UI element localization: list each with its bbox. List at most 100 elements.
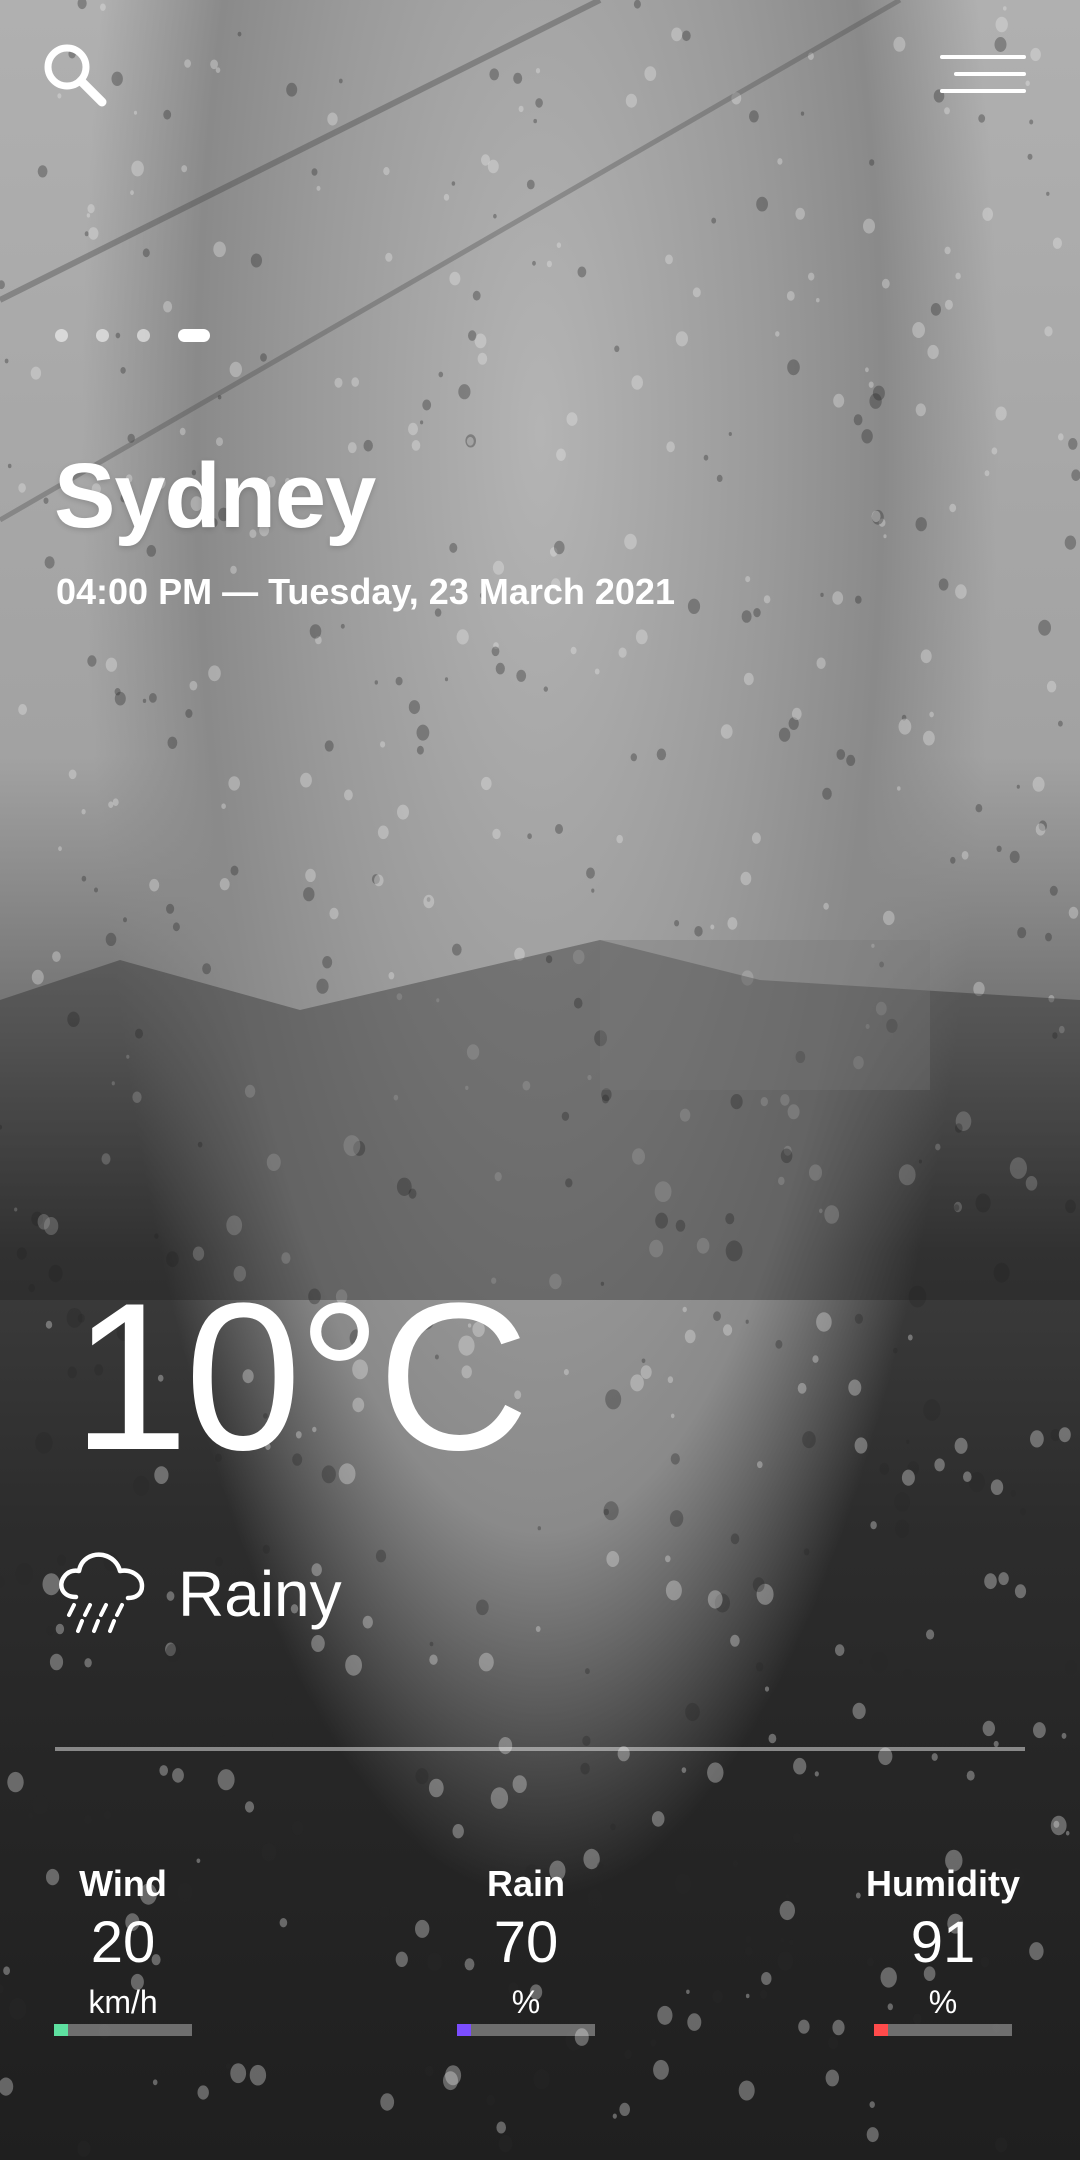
rain-drop xyxy=(828,2036,839,2050)
rain-drop xyxy=(745,576,751,583)
rain-drop xyxy=(185,709,193,718)
rain-drop xyxy=(286,82,298,97)
rain-drop xyxy=(863,218,875,234)
rain-drop xyxy=(385,252,393,262)
rain-drop xyxy=(181,165,188,173)
rain-drop xyxy=(610,1823,616,1831)
stat-label: Rain xyxy=(486,1863,565,1904)
rain-drop xyxy=(686,1989,690,1995)
rain-drop xyxy=(738,2080,755,2101)
rain-drop xyxy=(81,809,86,815)
rain-drop xyxy=(848,1379,862,1396)
rain-drop xyxy=(915,517,927,532)
rain-drop xyxy=(984,1573,997,1590)
divider xyxy=(55,1747,1025,1751)
page-indicator[interactable] xyxy=(55,327,210,343)
page-dot-active[interactable] xyxy=(178,328,210,342)
rain-drop xyxy=(803,1548,810,1556)
wind-level-bar xyxy=(54,2024,192,2036)
rain-drop xyxy=(894,1492,910,1512)
rain-drop xyxy=(443,193,450,201)
rain-drop xyxy=(703,454,709,461)
rain-drop xyxy=(741,610,752,623)
rain-drop xyxy=(345,1654,362,1676)
rain-drop xyxy=(516,669,527,682)
rain-drop xyxy=(416,745,424,755)
rain-drop xyxy=(208,665,221,682)
rain-drop xyxy=(707,1762,724,1783)
page-dot[interactable] xyxy=(137,328,150,342)
rain-drop xyxy=(716,474,723,482)
rain-drop xyxy=(586,867,595,879)
rain-drop xyxy=(496,2121,507,2134)
rain-drop xyxy=(423,894,435,909)
rain-drop xyxy=(614,345,620,353)
rain-drop xyxy=(0,280,5,290)
rain-drop xyxy=(84,1814,92,1825)
rain-drop xyxy=(179,427,186,436)
rain-drop xyxy=(15,1563,34,1585)
rain-drop xyxy=(761,1972,772,1985)
rain-drop xyxy=(142,248,150,258)
rain-drop xyxy=(631,375,643,390)
menu-button[interactable] xyxy=(938,52,1028,102)
rain-drop xyxy=(380,741,386,748)
rain-drop xyxy=(452,1824,464,1839)
rain-drop xyxy=(749,110,759,123)
rain-drop xyxy=(995,406,1007,421)
rain-drop xyxy=(624,533,637,550)
rain-drop xyxy=(779,1900,795,1921)
rain-drop xyxy=(833,393,845,408)
city-name: Sydney xyxy=(54,445,376,547)
rain-drop xyxy=(1038,619,1051,636)
rain-drop xyxy=(730,1533,740,1545)
rain-drop xyxy=(682,30,691,42)
rain-drop xyxy=(820,592,824,598)
rain-drop xyxy=(244,1801,255,1813)
rain-drop xyxy=(45,1320,53,1329)
rain-drop xyxy=(870,1651,888,1673)
rain-drop xyxy=(630,1374,644,1392)
weather-condition: Rainy xyxy=(178,1558,342,1630)
rain-drop xyxy=(229,361,242,378)
rain-drop xyxy=(88,227,99,240)
rain-drop xyxy=(105,932,117,947)
rain-drop xyxy=(938,578,949,591)
rain-drop xyxy=(944,246,951,255)
rain-drop xyxy=(428,1778,444,1798)
rain-drop xyxy=(142,698,147,704)
rain-drop xyxy=(1061,1732,1067,1739)
rain-drop xyxy=(1058,720,1063,727)
rain-drop xyxy=(577,266,587,278)
rain-drop xyxy=(230,2063,247,2084)
rain-drops-overlay xyxy=(0,0,1080,2157)
rain-drop xyxy=(311,168,318,176)
rain-drop xyxy=(249,2064,267,2086)
page-dot[interactable] xyxy=(55,328,68,342)
rain-drop xyxy=(825,2069,839,2087)
rain-drop xyxy=(7,463,12,469)
rain-drop xyxy=(451,181,456,186)
rain-drop xyxy=(893,1347,898,1354)
rain-drop xyxy=(490,1787,509,1809)
rain-drop xyxy=(563,1369,569,1376)
rain-drop xyxy=(0,2077,14,2096)
rain-drop xyxy=(526,179,535,190)
rain-drop xyxy=(640,1365,652,1379)
rain-drop xyxy=(768,1733,777,1744)
rain-drop xyxy=(787,359,800,376)
rain-drop xyxy=(778,727,791,742)
rain-drop xyxy=(793,1757,807,1775)
rain-drop xyxy=(261,1843,277,1862)
page-dot[interactable] xyxy=(96,328,109,342)
rain-drop xyxy=(18,483,26,493)
rain-drop xyxy=(730,1634,740,1647)
rain-drop xyxy=(316,978,329,994)
rain-drop xyxy=(149,693,157,703)
rain-drop xyxy=(944,299,953,310)
rain-drop xyxy=(835,1644,845,1656)
search-button[interactable] xyxy=(40,40,110,110)
rain-drop xyxy=(4,358,9,364)
rain-drop xyxy=(1053,1820,1060,1828)
rain-drop xyxy=(533,2069,550,2090)
